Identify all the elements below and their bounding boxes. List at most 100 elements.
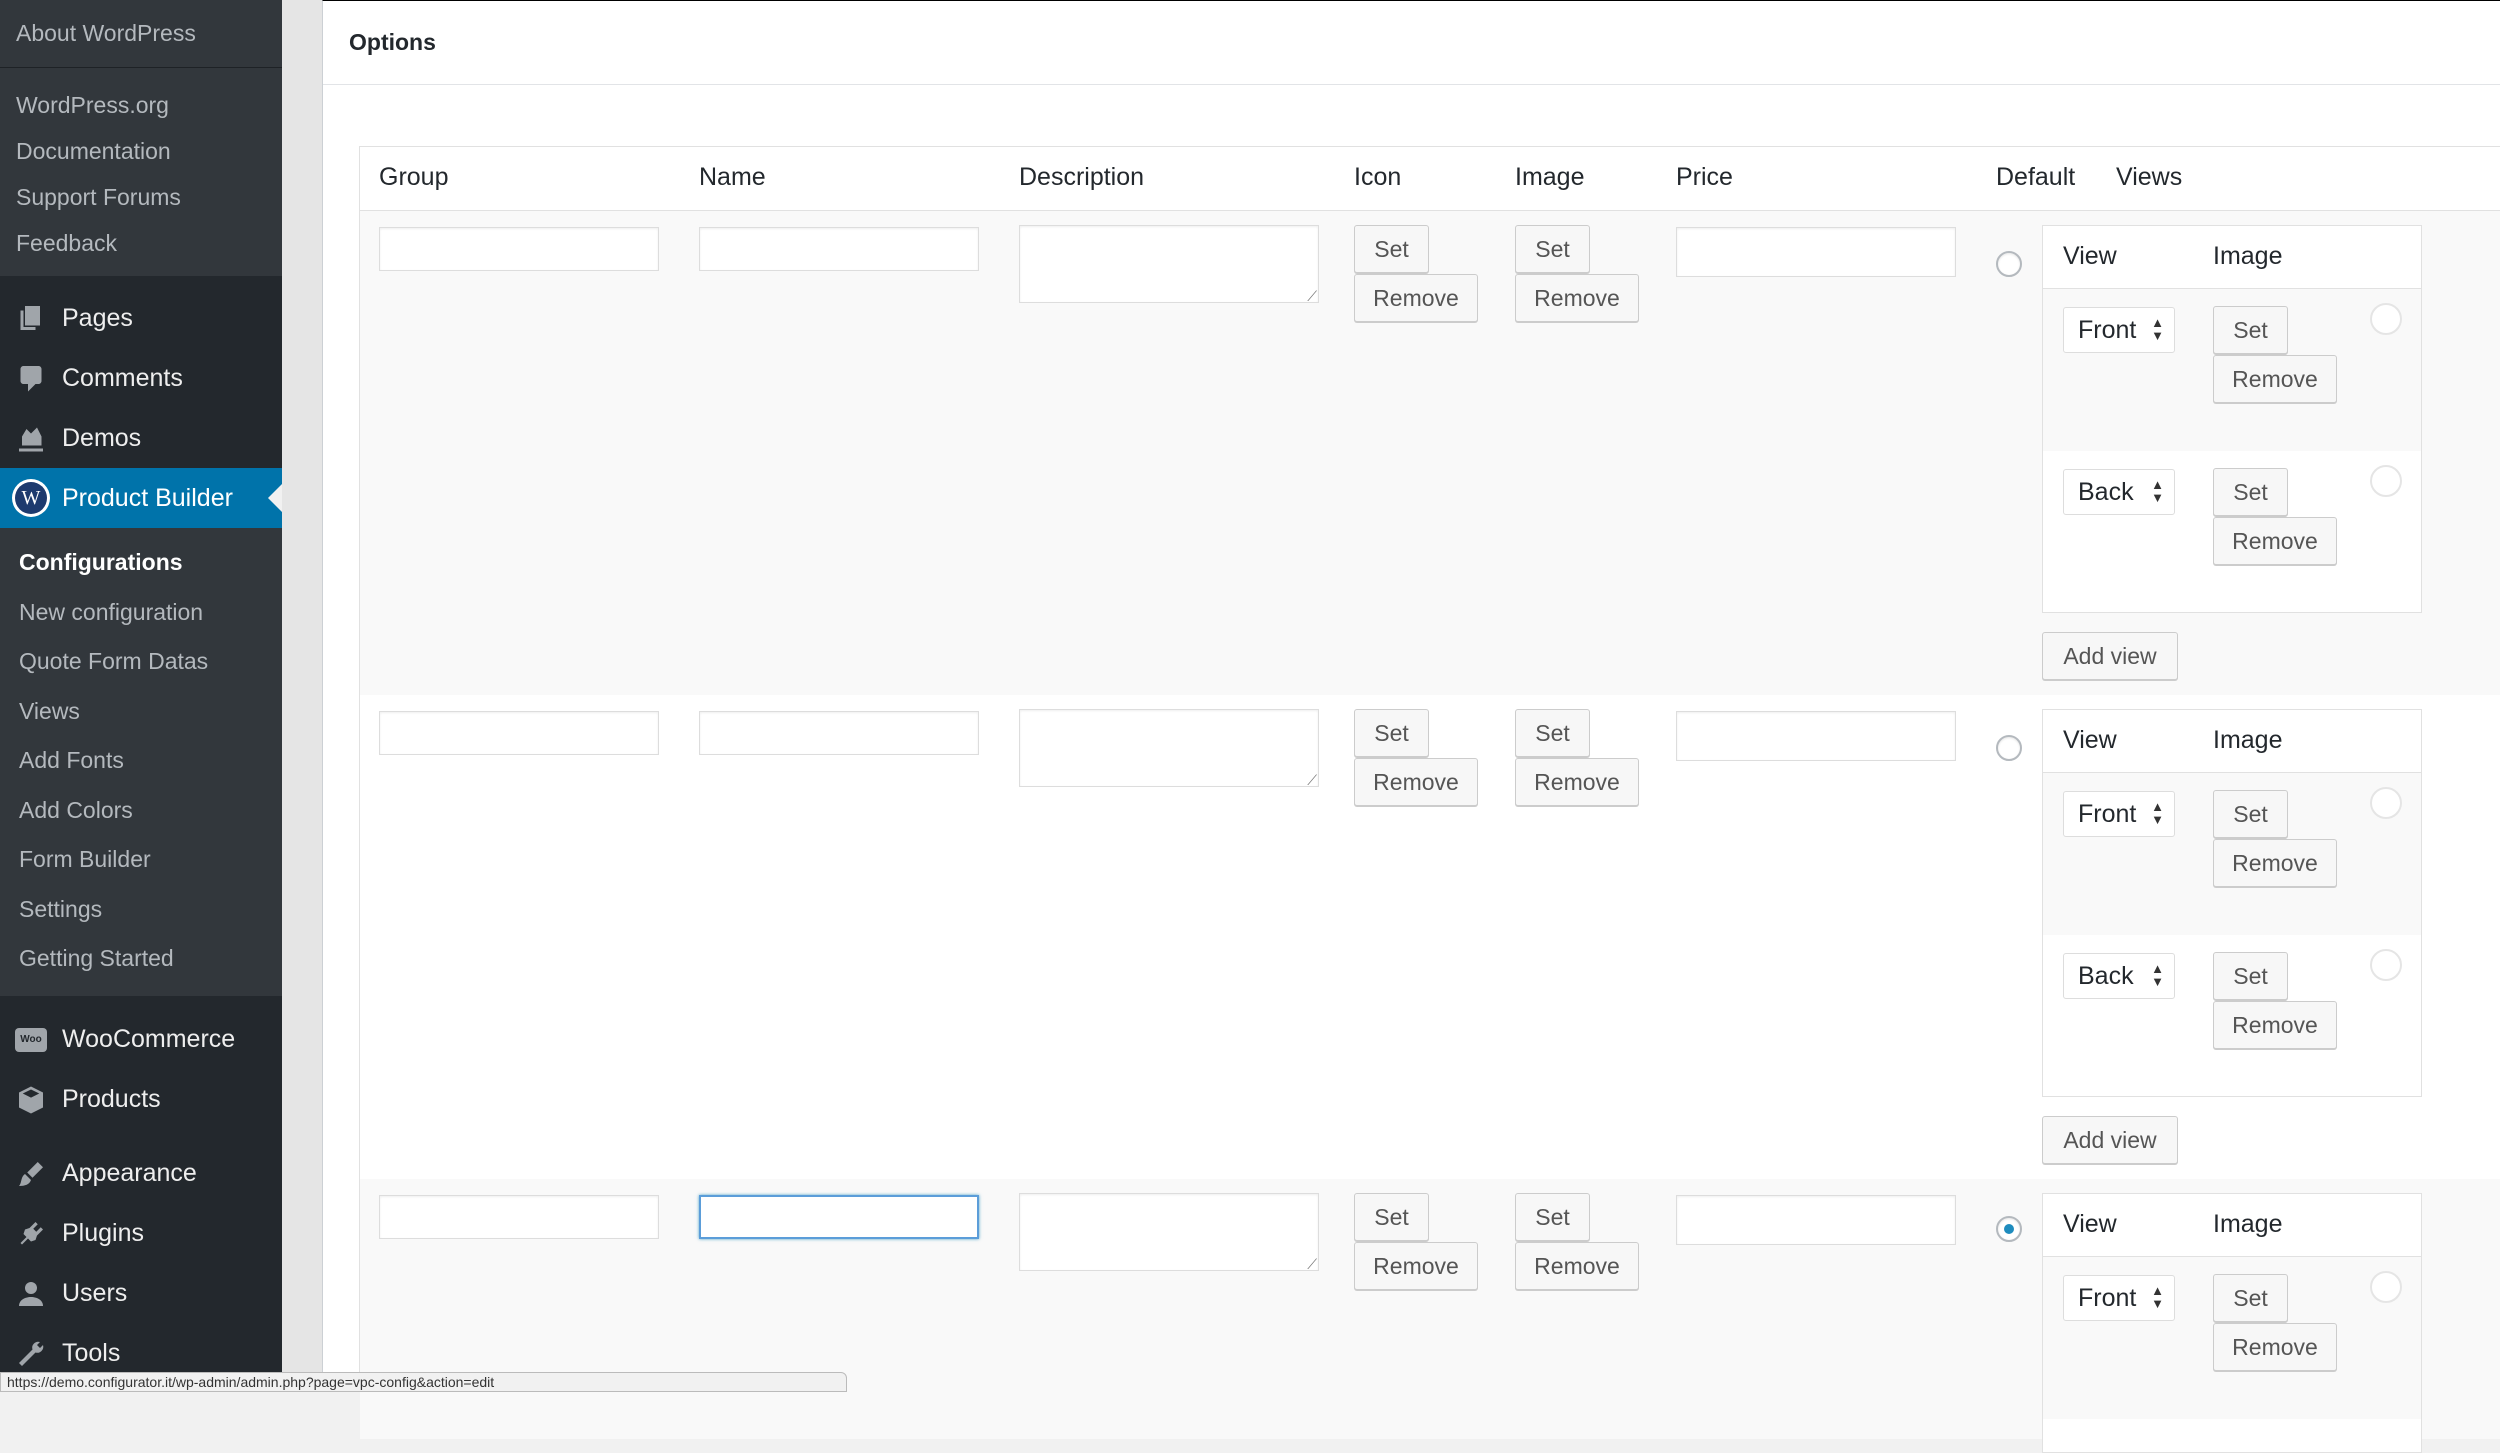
menu-item-label: Pages xyxy=(62,303,133,332)
browser-status-bar: https://demo.configurator.it/wp-admin/ad… xyxy=(0,1372,847,1392)
icon-remove-button[interactable]: Remove xyxy=(1354,1242,1478,1290)
default-radio[interactable] xyxy=(1996,251,2022,277)
menu-item-label: Tools xyxy=(62,1339,121,1367)
image-remove-button[interactable]: Remove xyxy=(1515,274,1639,322)
views-table: View Image Front ▲ ▼ Set Remove Back ▲ ▼ Set … xyxy=(2042,709,2422,1097)
price-input[interactable] xyxy=(1676,227,1956,277)
pages-icon xyxy=(0,303,62,333)
image-remove-button[interactable]: Remove xyxy=(1515,1242,1639,1290)
demos-icon xyxy=(0,423,62,453)
menu-item-comments[interactable]: Comments xyxy=(0,348,282,408)
view-select[interactable]: Front ▲ ▼ xyxy=(2063,791,2175,837)
menu-item-products[interactable]: Products xyxy=(0,1070,282,1130)
view-default-radio[interactable] xyxy=(2370,787,2402,819)
view-image-remove-button[interactable]: Remove xyxy=(2213,1001,2337,1049)
view-select[interactable]: Back ▲ ▼ xyxy=(2063,469,2175,515)
submenu-item-configurations[interactable]: Configurations xyxy=(0,538,282,588)
name-input[interactable] xyxy=(699,711,979,755)
submenu-item-views[interactable]: Views xyxy=(0,687,282,737)
submenu-item-getting-started[interactable]: Getting Started xyxy=(0,934,282,984)
view-image-remove-button[interactable]: Remove xyxy=(2213,355,2337,403)
menu-item-plugins[interactable]: Plugins xyxy=(0,1204,282,1264)
group-input[interactable] xyxy=(379,1195,659,1239)
select-arrows-icon: ▲ ▼ xyxy=(2151,799,2164,827)
wordpress-org-link[interactable]: WordPress.org xyxy=(0,82,282,128)
product-builder-submenu: Configurations New configuration Quote F… xyxy=(0,528,282,996)
column-header-description: Description xyxy=(1019,163,1145,191)
view-row: Front ▲ ▼ Set Remove xyxy=(2043,773,2421,935)
view-default-radio[interactable] xyxy=(2370,303,2402,335)
name-input[interactable] xyxy=(699,1195,979,1239)
column-header-price: Price xyxy=(1676,163,1733,191)
menu-item-pages[interactable]: Pages xyxy=(0,288,282,348)
image-remove-button[interactable]: Remove xyxy=(1515,758,1639,806)
views-table: View Image Front ▲ ▼ Set Remove Back ▲ ▼ Set … xyxy=(2042,225,2422,613)
group-input[interactable] xyxy=(379,227,659,271)
view-select[interactable]: Front ▲ ▼ xyxy=(2063,1275,2175,1321)
select-arrows-icon: ▲ ▼ xyxy=(2151,961,2164,989)
views-col-image: Image xyxy=(2213,242,2283,270)
view-image-remove-button[interactable]: Remove xyxy=(2213,517,2337,565)
add-view-button[interactable]: Add view xyxy=(2042,1116,2178,1164)
submenu-item-add-colors[interactable]: Add Colors xyxy=(0,786,282,836)
view-image-remove-button[interactable]: Remove xyxy=(2213,839,2337,887)
about-wordpress-link[interactable]: About WordPress xyxy=(0,0,282,68)
view-select[interactable]: Front ▲ ▼ xyxy=(2063,307,2175,353)
image-set-button[interactable]: Set xyxy=(1515,225,1590,273)
comments-icon xyxy=(0,363,62,393)
name-input[interactable] xyxy=(699,227,979,271)
column-header-name: Name xyxy=(699,163,766,191)
submenu-item-settings[interactable]: Settings xyxy=(0,885,282,935)
column-header-group: Group xyxy=(379,163,449,191)
submenu-item-quote-form-datas[interactable]: Quote Form Datas xyxy=(0,637,282,687)
group-input[interactable] xyxy=(379,711,659,755)
image-set-button[interactable]: Set xyxy=(1515,709,1590,757)
icon-set-button[interactable]: Set xyxy=(1354,1193,1429,1241)
icon-set-button[interactable]: Set xyxy=(1354,709,1429,757)
view-image-set-button[interactable]: Set xyxy=(2213,306,2288,354)
description-textarea[interactable] xyxy=(1019,1193,1319,1273)
product-builder-logo-icon: W xyxy=(12,479,50,517)
icon-remove-button[interactable]: Remove xyxy=(1354,274,1478,322)
default-radio[interactable] xyxy=(1996,1216,2022,1242)
view-image-set-button[interactable]: Set xyxy=(2213,1274,2288,1322)
description-textarea[interactable] xyxy=(1019,225,1319,305)
add-view-button[interactable]: Add view xyxy=(2042,632,2178,680)
menu-item-label: Product Builder xyxy=(62,483,233,512)
view-image-set-button[interactable]: Set xyxy=(2213,468,2288,516)
users-icon xyxy=(0,1279,62,1309)
select-arrows-icon: ▲ ▼ xyxy=(2151,315,2164,343)
feedback-link[interactable]: Feedback xyxy=(0,220,282,266)
view-default-radio[interactable] xyxy=(2370,949,2402,981)
views-col-image: Image xyxy=(2213,726,2283,754)
default-radio[interactable] xyxy=(1996,735,2022,761)
submenu-item-add-fonts[interactable]: Add Fonts xyxy=(0,736,282,786)
documentation-link[interactable]: Documentation xyxy=(0,128,282,174)
appearance-icon xyxy=(0,1159,62,1189)
support-forums-link[interactable]: Support Forums xyxy=(0,174,282,220)
view-image-set-button[interactable]: Set xyxy=(2213,790,2288,838)
wp-links-menu: WordPress.org Documentation Support Foru… xyxy=(0,68,282,276)
icon-set-button[interactable]: Set xyxy=(1354,225,1429,273)
description-textarea[interactable] xyxy=(1019,709,1319,789)
menu-item-appearance[interactable]: Appearance xyxy=(0,1144,282,1204)
view-select[interactable]: Back ▲ ▼ xyxy=(2063,953,2175,999)
menu-item-users[interactable]: Users xyxy=(0,1264,282,1324)
table-row: Set Remove Set Remove View Image Front▲▼ … xyxy=(360,695,2500,1179)
menu-item-demos[interactable]: Demos xyxy=(0,408,282,468)
view-default-radio[interactable] xyxy=(2370,465,2402,497)
menu-item-product-builder[interactable]: W Product Builder xyxy=(0,468,282,528)
image-set-button[interactable]: Set xyxy=(1515,1193,1590,1241)
view-image-set-button[interactable]: Set xyxy=(2213,952,2288,1000)
price-input[interactable] xyxy=(1676,1195,1956,1245)
price-input[interactable] xyxy=(1676,711,1956,761)
submenu-item-form-builder[interactable]: Form Builder xyxy=(0,835,282,885)
icon-remove-button[interactable]: Remove xyxy=(1354,758,1478,806)
view-default-radio[interactable] xyxy=(2370,1271,2402,1303)
menu-item-woocommerce[interactable]: Woo WooCommerce xyxy=(0,1010,282,1070)
tools-icon xyxy=(0,1339,62,1369)
submenu-item-new-configuration[interactable]: New configuration xyxy=(0,588,282,638)
views-col-view: View xyxy=(2063,726,2117,754)
view-image-remove-button[interactable]: Remove xyxy=(2213,1323,2337,1371)
plugins-icon xyxy=(0,1219,62,1249)
